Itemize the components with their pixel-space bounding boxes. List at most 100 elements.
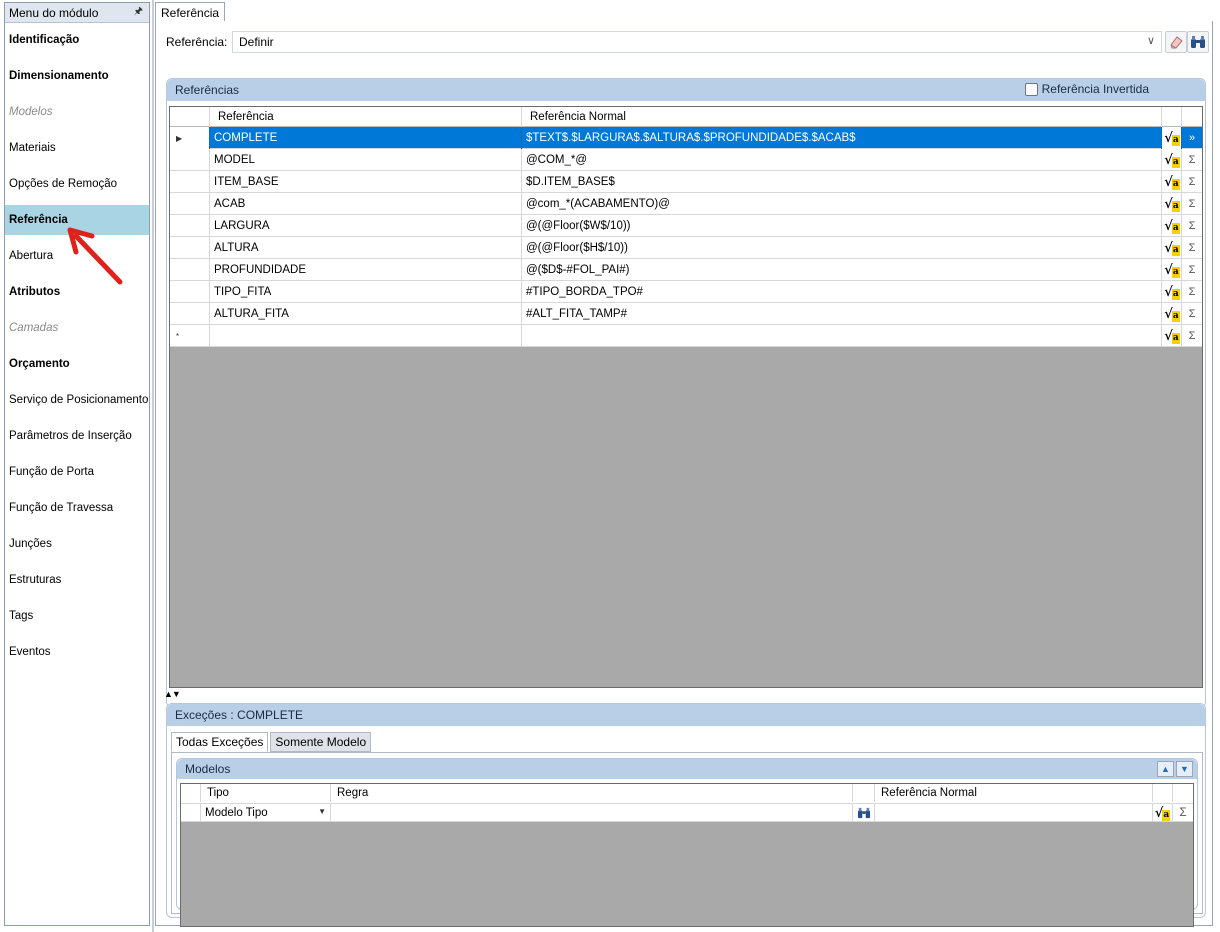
row-header[interactable]: ▶: [170, 127, 210, 149]
inverted-reference-checkbox[interactable]: Referência Invertida: [1024, 82, 1149, 96]
formula-cell-button[interactable]: √ a: [1162, 325, 1182, 347]
table-row[interactable]: ALTURA_FITA #ALT_FITA_TAMP# √ a Σ: [170, 303, 1202, 325]
referencia-cell[interactable]: MODEL: [210, 149, 522, 171]
referencia-normal-cell[interactable]: @com_*(ACABAMENTO)@: [522, 193, 1162, 215]
sidebar-item-atributos[interactable]: Atributos: [5, 277, 149, 307]
referencia-cell[interactable]: COMPLETE: [210, 127, 522, 149]
table-row[interactable]: PROFUNDIDADE @($D$-#FOL_PAI#) √ a Σ: [170, 259, 1202, 281]
table-row[interactable]: ▶ COMPLETE $TEXT$.$LARGURA$.$ALTURA$.$PROF…: [170, 127, 1202, 149]
expand-cell-button[interactable]: »: [1182, 127, 1202, 149]
referencia-cell[interactable]: LARGURA: [210, 215, 522, 237]
table-row[interactable]: ALTURA @(@Floor($H$/10)) √ a Σ: [170, 237, 1202, 259]
referencia-cell[interactable]: PROFUNDIDADE: [210, 259, 522, 281]
table-row[interactable]: LARGURA @(@Floor($W$/10)) √ a Σ: [170, 215, 1202, 237]
referencia-normal-cell[interactable]: #ALT_FITA_TAMP#: [522, 303, 1162, 325]
eraser-button[interactable]: [1165, 31, 1187, 53]
row-header[interactable]: [170, 193, 210, 215]
panel-splitter-arrows-icon[interactable]: ▲▼: [164, 689, 181, 699]
sidebar-item-opcoes-de-remocao[interactable]: Opções de Remoção: [5, 169, 149, 199]
formula-cell-button[interactable]: √ a: [1162, 303, 1182, 325]
regra-cell[interactable]: [331, 804, 853, 822]
row-header[interactable]: [170, 237, 210, 259]
referencia-normal-cell[interactable]: @COM_*@: [522, 149, 1162, 171]
table-row[interactable]: TIPO_FITA #TIPO_BORDA_TPO# √ a Σ: [170, 281, 1202, 303]
column-header-referencia-normal[interactable]: Referência Normal: [522, 107, 1162, 127]
sum-cell-button[interactable]: Σ: [1182, 215, 1202, 237]
dropdown-arrow-icon[interactable]: ▼: [318, 807, 326, 816]
row-header[interactable]: [170, 149, 210, 171]
referencia-cell[interactable]: ALTURA_FITA: [210, 303, 522, 325]
sum-cell-button[interactable]: Σ: [1182, 171, 1202, 193]
tab-referencia[interactable]: Referência: [155, 2, 226, 22]
sidebar-item-orcamento[interactable]: Orçamento: [5, 349, 149, 379]
formula-cell-button[interactable]: √ a: [1162, 171, 1182, 193]
column-header-tipo[interactable]: Tipo: [201, 784, 331, 802]
referencia-normal-cell[interactable]: @($D$-#FOL_PAI#): [522, 259, 1162, 281]
referencia-cell[interactable]: ACAB: [210, 193, 522, 215]
table-row[interactable]: ITEM_BASE $D.ITEM_BASE$ √ a Σ: [170, 171, 1202, 193]
referencia-normal-cell[interactable]: @(@Floor($W$/10)): [522, 215, 1162, 237]
referencia-normal-cell[interactable]: $D.ITEM_BASE$: [522, 171, 1162, 193]
column-header-referencia[interactable]: Referência: [210, 107, 522, 127]
referencia-normal-cell[interactable]: #TIPO_BORDA_TPO#: [522, 281, 1162, 303]
row-header[interactable]: [170, 303, 210, 325]
row-header[interactable]: [170, 171, 210, 193]
referencia-normal-cell[interactable]: [875, 804, 1153, 822]
referencia-cell[interactable]: TIPO_FITA: [210, 281, 522, 303]
sum-cell-button[interactable]: Σ: [1182, 325, 1202, 347]
move-up-button[interactable]: ▲: [1157, 761, 1174, 777]
row-header[interactable]: [170, 281, 210, 303]
sidebar-item-estruturas[interactable]: Estruturas: [5, 565, 149, 595]
referencia-cell[interactable]: ALTURA: [210, 237, 522, 259]
sidebar-item-materiais[interactable]: Materiais: [5, 133, 149, 163]
formula-cell-button[interactable]: √ a: [1162, 259, 1182, 281]
sidebar-item-parametros-de-insercao[interactable]: Parâmetros de Inserção: [5, 421, 149, 451]
search-button[interactable]: [1187, 31, 1209, 53]
sidebar-item-identificacao[interactable]: Identificação: [5, 25, 149, 55]
search-cell-button[interactable]: [853, 804, 875, 822]
tab-todas-excecoes[interactable]: Todas Exceções: [171, 732, 269, 752]
sidebar-splitter[interactable]: [152, 0, 154, 932]
table-row[interactable]: ACAB @com_*(ACABAMENTO)@ √ a Σ: [170, 193, 1202, 215]
sum-cell-button[interactable]: Σ: [1182, 303, 1202, 325]
referencia-normal-cell[interactable]: [522, 325, 1162, 347]
sum-cell-button[interactable]: Σ: [1182, 281, 1202, 303]
referencia-normal-cell[interactable]: $TEXT$.$LARGURA$.$ALTURA$.$PROFUNDIDADE$…: [522, 127, 1162, 149]
sidebar-item-abertura[interactable]: Abertura: [5, 241, 149, 271]
sidebar-item-funcao-de-travessa[interactable]: Função de Travessa: [5, 493, 149, 523]
sum-cell-button[interactable]: Σ: [1173, 804, 1193, 822]
sidebar-item-juncoes[interactable]: Junções: [5, 529, 149, 559]
sidebar-item-servico-de-posicionamento[interactable]: Serviço de Posicionamento: [5, 385, 149, 415]
sidebar-item-referencia[interactable]: Referência: [5, 205, 149, 235]
reference-combo[interactable]: Definir ∨: [232, 31, 1162, 53]
formula-cell-button[interactable]: √ a: [1162, 281, 1182, 303]
formula-cell-button[interactable]: √ a: [1162, 215, 1182, 237]
move-down-button[interactable]: ▼: [1176, 761, 1193, 777]
row-header[interactable]: [170, 215, 210, 237]
tab-somente-modelo[interactable]: Somente Modelo: [270, 732, 372, 752]
referencia-cell[interactable]: ITEM_BASE: [210, 171, 522, 193]
table-row[interactable]: MODEL @COM_*@ √ a Σ: [170, 149, 1202, 171]
sidebar-item-tags[interactable]: Tags: [5, 601, 149, 631]
row-header[interactable]: *: [170, 325, 210, 347]
pin-icon[interactable]: 🖈: [134, 4, 143, 21]
formula-cell-button[interactable]: √ a: [1162, 127, 1182, 149]
formula-cell-button[interactable]: √ a: [1153, 804, 1173, 822]
formula-cell-button[interactable]: √ a: [1162, 193, 1182, 215]
referencia-normal-cell[interactable]: @(@Floor($H$/10)): [522, 237, 1162, 259]
formula-cell-button[interactable]: √ a: [1162, 237, 1182, 259]
sum-cell-button[interactable]: Σ: [1182, 193, 1202, 215]
sum-cell-button[interactable]: Σ: [1182, 149, 1202, 171]
sum-cell-button[interactable]: Σ: [1182, 237, 1202, 259]
sidebar-item-eventos[interactable]: Eventos: [5, 637, 149, 667]
formula-cell-button[interactable]: √ a: [1162, 149, 1182, 171]
referencia-cell[interactable]: [210, 325, 522, 347]
checkbox-icon[interactable]: [1024, 82, 1038, 96]
tipo-select[interactable]: Modelo Tipo ▼: [201, 804, 331, 822]
sidebar-item-dimensionamento[interactable]: Dimensionamento: [5, 61, 149, 91]
row-header[interactable]: [170, 259, 210, 281]
column-header-referencia-normal[interactable]: Referência Normal: [875, 784, 1153, 802]
table-new-row[interactable]: * √ a Σ: [170, 325, 1202, 347]
chevron-down-icon[interactable]: ∨: [1147, 34, 1155, 47]
sum-cell-button[interactable]: Σ: [1182, 259, 1202, 281]
